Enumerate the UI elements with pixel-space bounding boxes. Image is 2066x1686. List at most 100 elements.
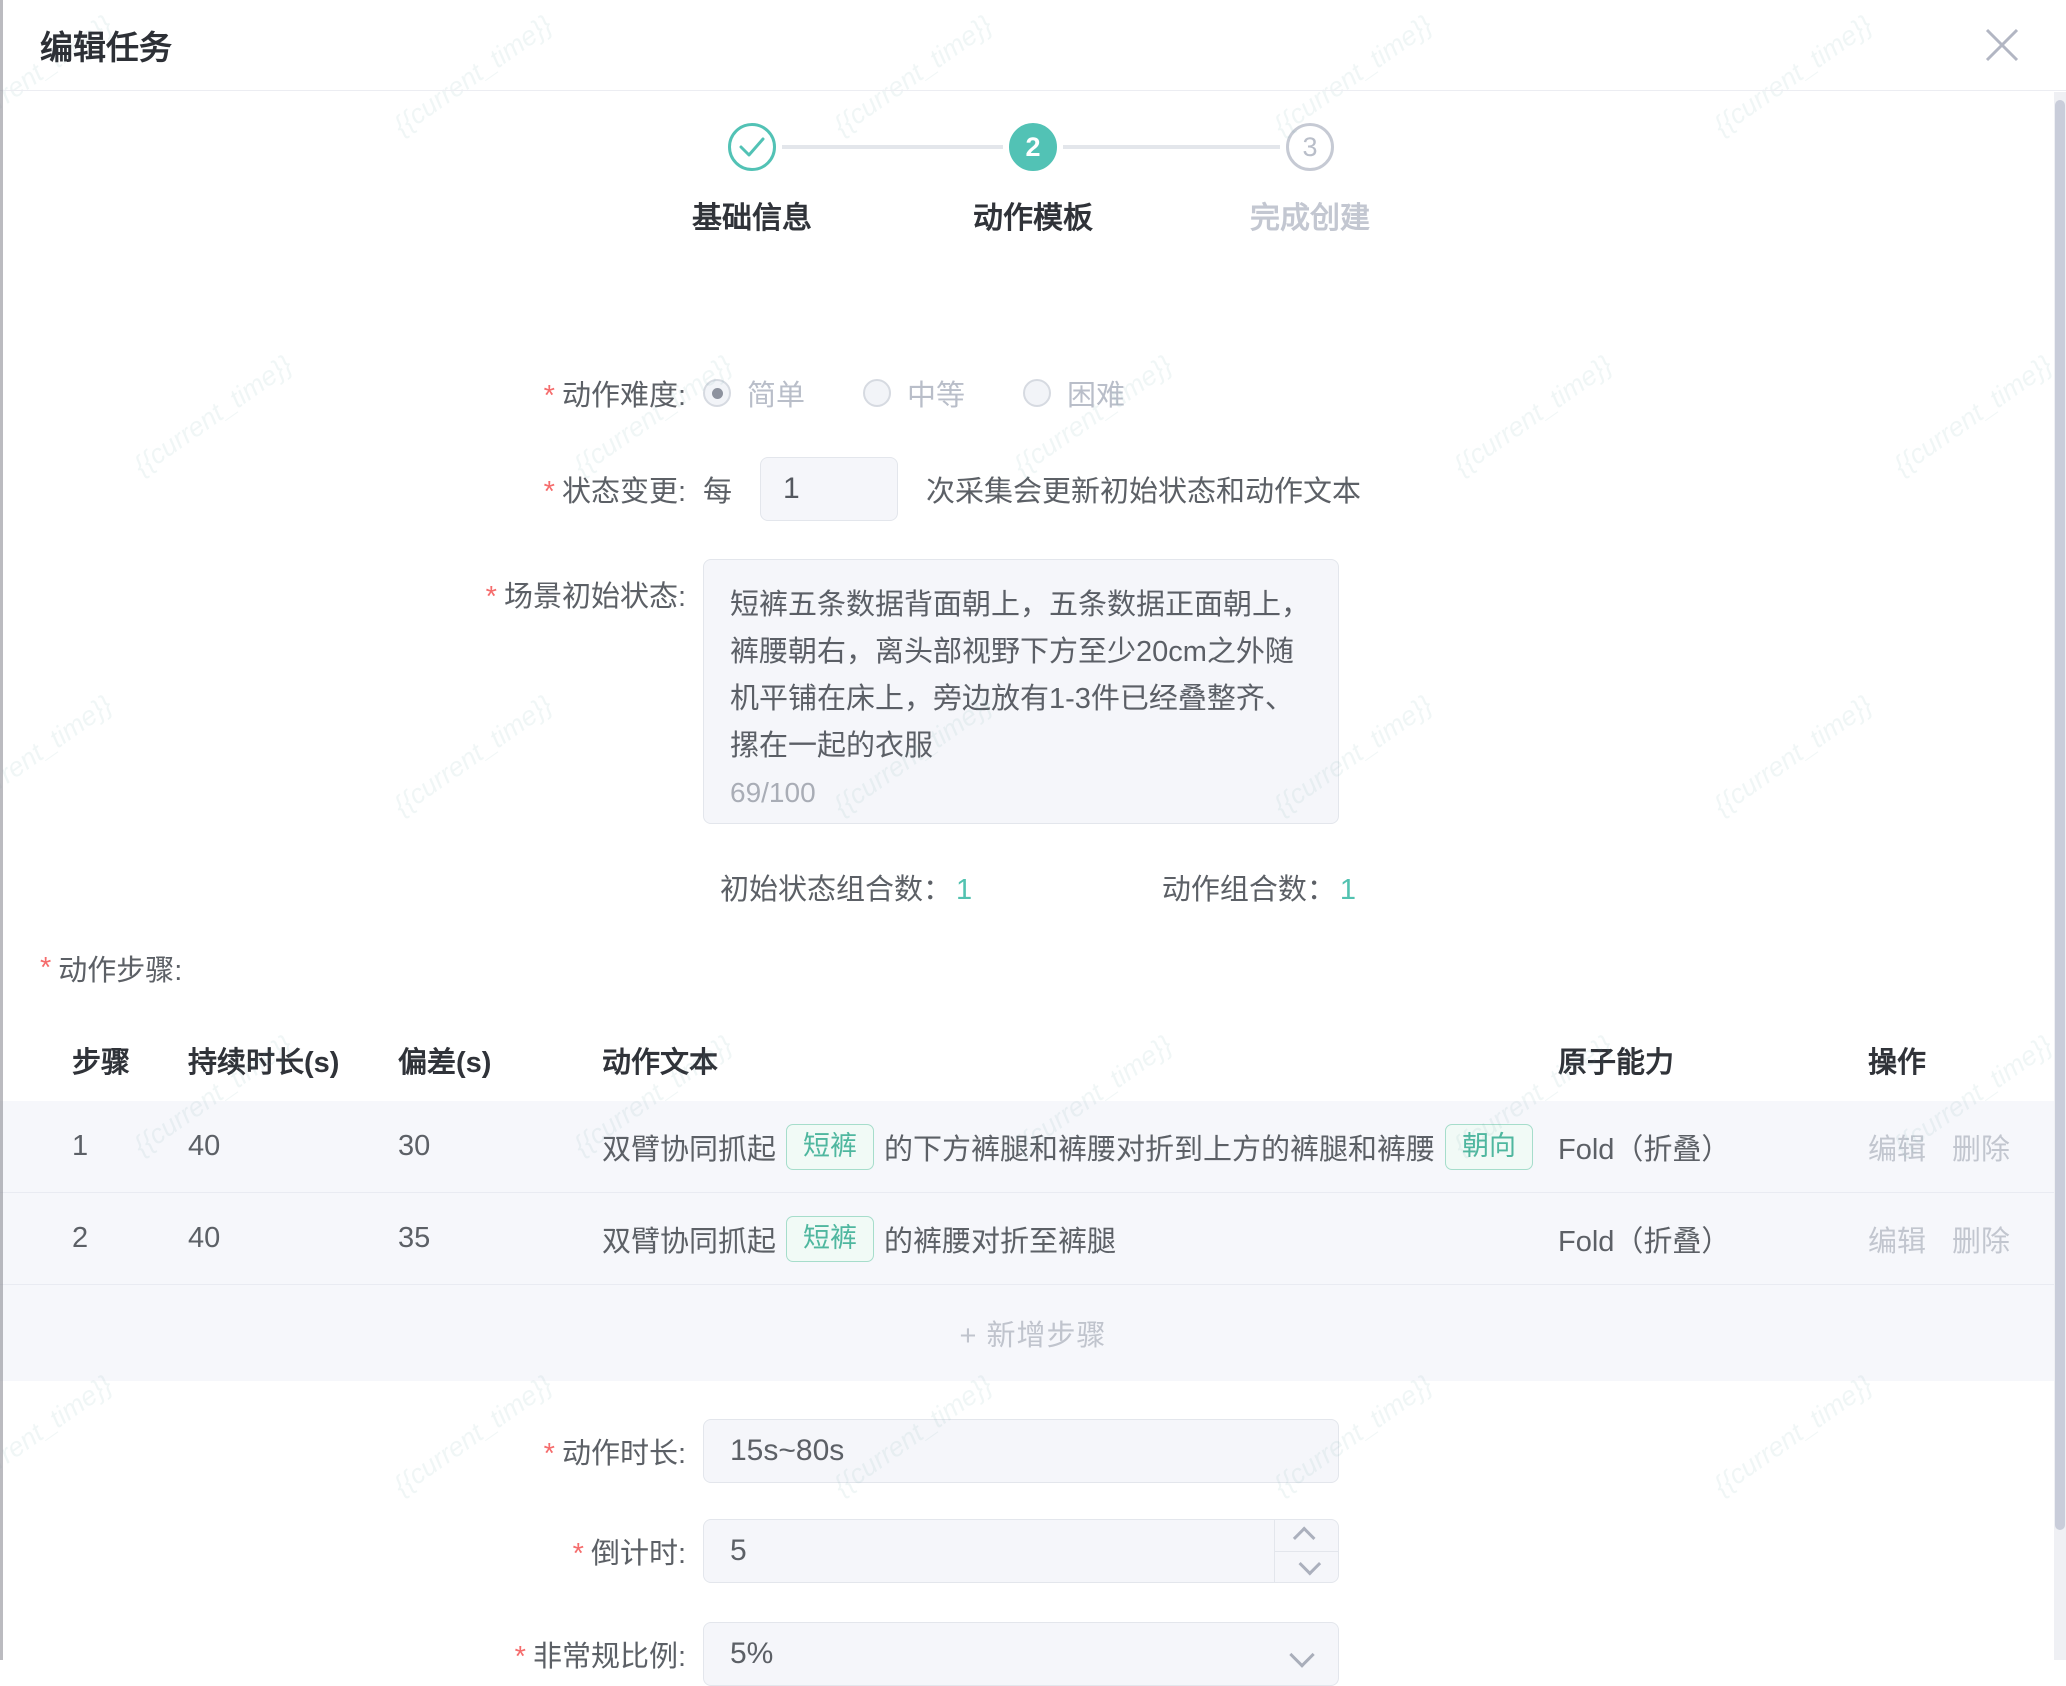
step-3-label: 完成创建: [1190, 193, 1430, 237]
required-asterisk: *: [486, 581, 497, 613]
chevron-up-icon: [1292, 1527, 1315, 1550]
radio-label: 简单: [747, 372, 805, 414]
radio-label: 中等: [907, 372, 965, 414]
action-text-fragment: 的裤腰对折至裤腿: [884, 1226, 1116, 1258]
difficulty-label: *动作难度:: [0, 372, 703, 414]
radio-option-easy[interactable]: 简单: [703, 372, 805, 414]
action-tag: 短裤: [786, 1124, 874, 1170]
cell-operations: 编辑删除: [1868, 1126, 2066, 1168]
add-step-row: + 新增步骤: [0, 1285, 2066, 1381]
cell-deviation: 35: [398, 1222, 602, 1255]
table-body: 14030双臂协同抓起短裤的下方裤腿和裤腰对折到上方的裤腿和裤腰朝向Fold（折…: [0, 1101, 2066, 1285]
step-2-label: 动作模板: [913, 193, 1153, 237]
action-text-fragment: 双臂协同抓起: [602, 1134, 776, 1166]
required-asterisk: *: [544, 476, 555, 508]
initial-combo-count: 初始状态组合数：1: [720, 866, 972, 908]
close-button[interactable]: [1980, 23, 2024, 67]
countdown-stepper: [703, 1519, 1339, 1583]
spinner-controls: [1274, 1520, 1338, 1582]
cell-step: 1: [72, 1130, 188, 1163]
action-tag: 朝向: [1445, 1124, 1533, 1170]
radio-option-medium[interactable]: 中等: [863, 372, 965, 414]
cell-duration: 40: [188, 1130, 398, 1163]
action-tag: 短裤: [786, 1216, 874, 1262]
edit-task-dialog: {{current_time}}{{current_time}}{{curren…: [0, 0, 2066, 1660]
chevron-down-icon: [1298, 1553, 1321, 1576]
countdown-row: *倒计时:: [0, 1519, 2066, 1583]
stepper: 2 3 基础信息 动作模板 完成创建: [0, 123, 2066, 263]
initial-state-text: 短裤五条数据背面朝上，五条数据正面朝上，裤腰朝右，离头部视野下方至少20cm之外…: [730, 582, 1312, 770]
radio-icon: [703, 379, 731, 407]
action-combo-count: 动作组合数：1: [1162, 866, 1356, 908]
dialog-title: 编辑任务: [40, 21, 172, 69]
countdown-label: *倒计时:: [0, 1530, 703, 1572]
countdown-input[interactable]: [703, 1519, 1339, 1583]
state-change-input[interactable]: [760, 457, 898, 521]
cell-ability: Fold（折叠）: [1558, 1218, 1868, 1260]
scrollbar-thumb[interactable]: [2055, 100, 2065, 1530]
step-3-circle: 3: [1286, 123, 1334, 171]
initial-state-textarea[interactable]: 短裤五条数据背面朝上，五条数据正面朝上，裤腰朝右，离头部视野下方至少20cm之外…: [703, 559, 1339, 824]
add-step-button[interactable]: + 新增步骤: [960, 1312, 1107, 1354]
action-steps-label: 动作步骤:: [58, 947, 182, 989]
action-text-fragment: 的下方裤腿和裤腰对折到上方的裤腿和裤腰: [884, 1134, 1435, 1166]
action-steps-label-row: * 动作步骤:: [0, 950, 2066, 986]
cell-duration: 40: [188, 1222, 398, 1255]
state-change-label: *状态变更:: [0, 468, 703, 510]
radio-label: 困难: [1067, 372, 1125, 414]
dialog-header: 编辑任务: [0, 0, 2066, 91]
radio-option-hard[interactable]: 困难: [1023, 372, 1125, 414]
edit-link[interactable]: 编辑: [1868, 1126, 1926, 1168]
required-asterisk: *: [515, 1641, 526, 1673]
col-operations: 操作: [1868, 1039, 2066, 1081]
col-action-text: 动作文本: [602, 1039, 1558, 1081]
radio-icon: [1023, 379, 1051, 407]
decrement-button[interactable]: [1275, 1552, 1338, 1583]
step-connector: [1063, 145, 1280, 149]
close-icon: [1983, 26, 2021, 64]
action-steps-table: 步骤 持续时长(s) 偏差(s) 动作文本 原子能力 操作 14030双臂协同抓…: [0, 1018, 2066, 1381]
cell-action-text: 双臂协同抓起短裤的下方裤腿和裤腰对折到上方的裤腿和裤腰朝向: [602, 1124, 1558, 1170]
unusual-ratio-row: *非常规比例:: [0, 1622, 2066, 1686]
step-1-circle: [728, 123, 776, 171]
col-step: 步骤: [72, 1039, 188, 1081]
unusual-ratio-label: *非常规比例:: [0, 1633, 703, 1675]
col-ability: 原子能力: [1558, 1039, 1868, 1081]
action-combo-value: 1: [1340, 874, 1356, 906]
action-duration-label: *动作时长:: [0, 1430, 703, 1472]
check-icon: [739, 136, 765, 158]
initial-combo-value: 1: [956, 874, 972, 906]
unusual-ratio-select[interactable]: [703, 1622, 1339, 1686]
difficulty-radio-group: 简单 中等 困难: [703, 372, 1125, 414]
table-row: 14030双臂协同抓起短裤的下方裤腿和裤腰对折到上方的裤腿和裤腰朝向Fold（折…: [0, 1101, 2066, 1193]
increment-button[interactable]: [1275, 1520, 1338, 1552]
col-deviation: 偏差(s): [398, 1039, 602, 1081]
unusual-ratio-value: [703, 1622, 1339, 1686]
action-duration-input[interactable]: [703, 1419, 1339, 1483]
state-change-row: *状态变更: 每 次采集会更新初始状态和动作文本: [0, 457, 2066, 521]
action-duration-row: *动作时长:: [0, 1419, 2066, 1483]
table-header: 步骤 持续时长(s) 偏差(s) 动作文本 原子能力 操作: [0, 1018, 2066, 1101]
initial-state-row: *场景初始状态: 短裤五条数据背面朝上，五条数据正面朝上，裤腰朝右，离头部视野下…: [0, 559, 2066, 824]
cell-step: 2: [72, 1222, 188, 1255]
difficulty-row: *动作难度: 简单 中等 困难: [0, 373, 2066, 413]
required-asterisk: *: [544, 380, 555, 412]
cell-deviation: 30: [398, 1130, 602, 1163]
required-asterisk: *: [573, 1538, 584, 1570]
state-change-prefix: 每: [703, 468, 732, 510]
scrollbar-track[interactable]: [2054, 92, 2066, 1660]
state-change-suffix: 次采集会更新初始状态和动作文本: [926, 468, 1361, 510]
edit-link[interactable]: 编辑: [1868, 1218, 1926, 1260]
step-1-label: 基础信息: [632, 193, 872, 237]
char-counter: 69/100: [730, 777, 816, 809]
delete-link[interactable]: 删除: [1952, 1218, 2010, 1260]
radio-icon: [863, 379, 891, 407]
delete-link[interactable]: 删除: [1952, 1126, 2010, 1168]
required-asterisk: *: [544, 1438, 555, 1470]
combos-row: 初始状态组合数：1 动作组合数：1: [0, 866, 2066, 900]
cell-action-text: 双臂协同抓起短裤的裤腰对折至裤腿: [602, 1216, 1558, 1262]
initial-state-label: *场景初始状态:: [0, 573, 703, 615]
table-row: 24035双臂协同抓起短裤的裤腰对折至裤腿Fold（折叠）编辑删除: [0, 1193, 2066, 1285]
cell-ability: Fold（折叠）: [1558, 1126, 1868, 1168]
required-asterisk: *: [40, 952, 51, 985]
